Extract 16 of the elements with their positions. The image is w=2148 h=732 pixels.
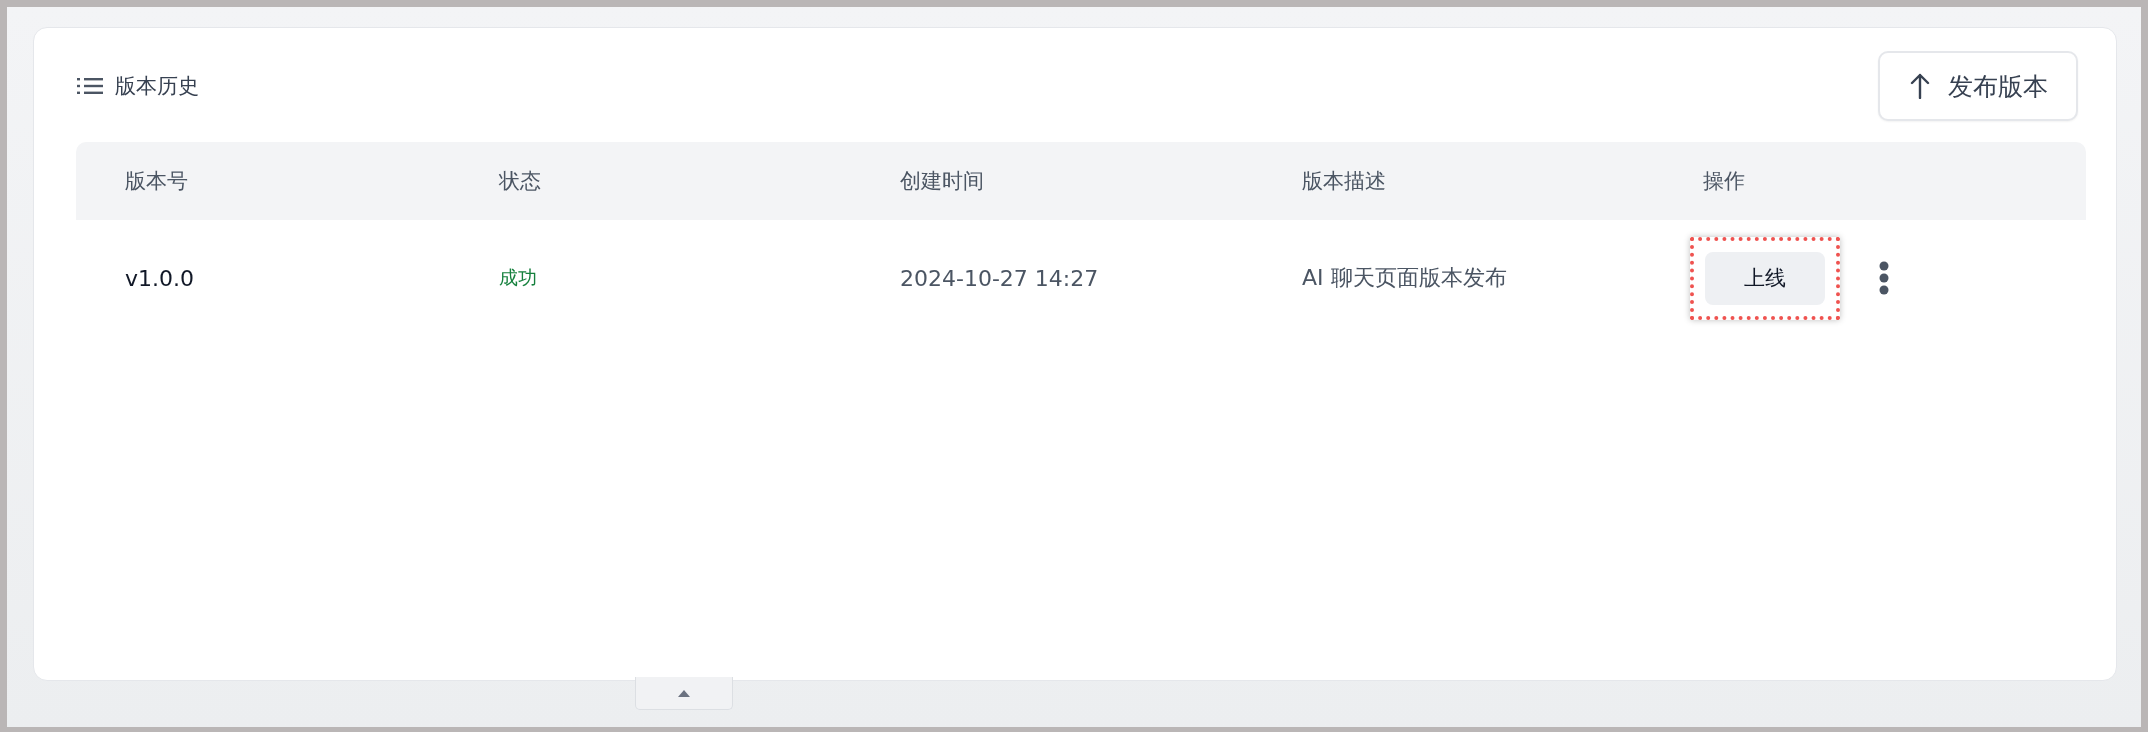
column-header: 操作 — [1702, 168, 1746, 195]
online-button[interactable]: 上线 — [1705, 251, 1825, 305]
collapse-handle[interactable] — [635, 677, 733, 710]
list-icon — [77, 77, 103, 95]
column-header: 版本描述 — [1301, 168, 1387, 195]
column-header: 状态 — [498, 168, 542, 195]
column-header: 创建时间 — [899, 168, 985, 195]
more-options-icon[interactable] — [1878, 261, 1890, 295]
version-number: v1.0.0 — [125, 265, 194, 291]
created-time: 2024-10-27 14:27 — [900, 265, 1099, 291]
panel-title: 版本历史 — [115, 73, 199, 100]
publish-button[interactable]: 发布版本 — [1878, 51, 2078, 121]
arrow-up-icon — [1910, 73, 1930, 99]
version-description: AI 聊天页面版本发布 — [1302, 265, 1507, 290]
column-header: 版本号 — [124, 168, 189, 195]
status-text: 成功 — [499, 266, 537, 288]
